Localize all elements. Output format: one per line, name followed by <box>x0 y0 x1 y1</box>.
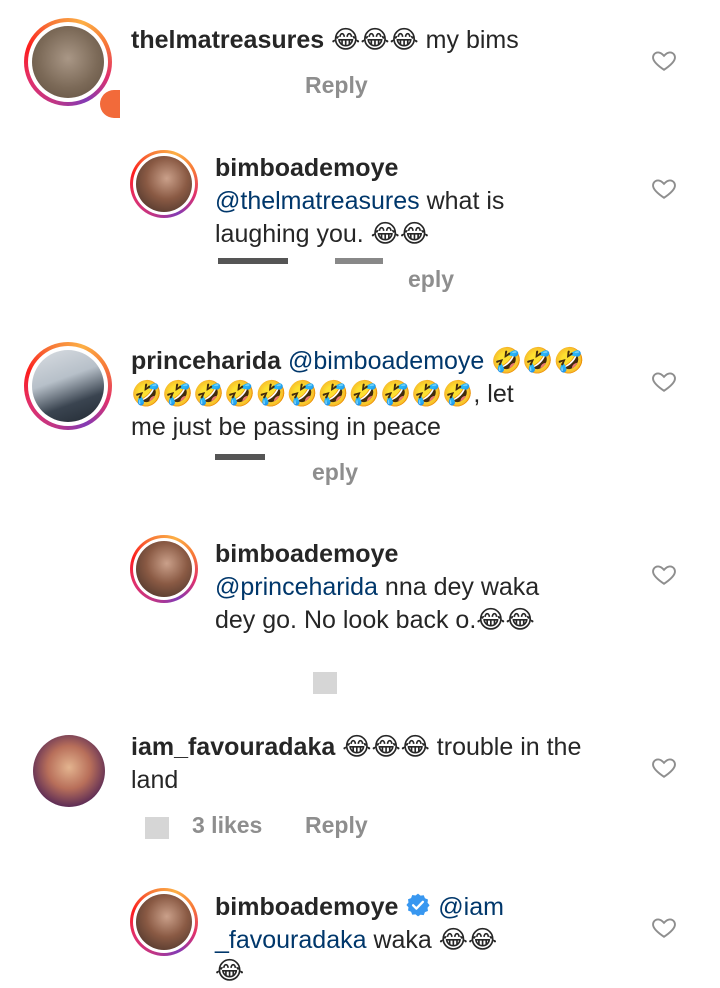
comment-body: land <box>131 766 179 794</box>
heart-outline-icon[interactable] <box>651 754 677 780</box>
decorative-dot <box>100 90 120 118</box>
blur-overlay <box>215 454 265 460</box>
verified-badge-icon <box>406 893 430 917</box>
blur-overlay <box>145 817 169 839</box>
heart-outline-icon[interactable] <box>651 47 677 73</box>
avatar[interactable] <box>130 888 198 956</box>
avatar[interactable] <box>130 150 198 218</box>
comment-username[interactable]: iam_favouradaka <box>131 733 335 761</box>
reply-button[interactable]: eply <box>408 266 454 293</box>
comment-body: 😂 <box>215 957 245 985</box>
comment-body: what is <box>419 187 505 215</box>
reply-button[interactable]: Reply <box>305 812 368 839</box>
reply-button[interactable]: eply <box>312 459 358 486</box>
comment-body: 🤣🤣🤣 <box>484 347 585 375</box>
comment-text: @princeharida nna dey waka <box>215 571 539 604</box>
comment-username[interactable]: bimboademoye <box>215 540 398 568</box>
comment-text: bimboademoye @iam <box>215 891 504 924</box>
comment-username[interactable]: bimboademoye <box>215 154 398 182</box>
comment-body: me just be passing in peace <box>131 413 441 441</box>
comment-text: iam_favouradaka 😂😂😂 trouble in the <box>131 731 581 764</box>
heart-outline-icon[interactable] <box>651 175 677 201</box>
blur-overlay <box>335 258 383 264</box>
comment-text: _favouradaka waka 😂😂 <box>215 924 497 957</box>
comment-text: @thelmatreasures what is <box>215 185 504 218</box>
mention-link[interactable]: _favouradaka <box>215 926 367 954</box>
comment-text: thelmatreasures 😂😂😂 my bims <box>131 24 519 57</box>
comment-body: 🤣🤣🤣🤣🤣🤣🤣🤣🤣🤣🤣, let <box>131 380 514 408</box>
heart-outline-icon[interactable] <box>651 561 677 587</box>
blur-overlay <box>313 672 337 694</box>
comment-text: princeharida @bimboademoye 🤣🤣🤣 <box>131 345 585 378</box>
comment-body: 😂😂😂 my bims <box>324 26 519 54</box>
comment-body: laughing you. 😂😂 <box>215 220 430 248</box>
likes-count[interactable]: 3 likes <box>192 812 262 839</box>
comment-body: 😂😂😂 trouble in the <box>335 733 582 761</box>
mention-link[interactable]: @princeharida <box>215 573 378 601</box>
comment-username[interactable]: thelmatreasures <box>131 26 324 54</box>
avatar[interactable] <box>33 735 105 807</box>
blur-overlay <box>218 258 288 264</box>
comment-text: bimboademoye <box>215 152 398 185</box>
heart-outline-icon[interactable] <box>651 368 677 394</box>
heart-outline-icon[interactable] <box>651 914 677 940</box>
mention-link[interactable]: @thelmatreasures <box>215 187 420 215</box>
avatar[interactable] <box>24 342 112 430</box>
comment-username[interactable]: bimboademoye <box>215 893 398 921</box>
comment-username[interactable]: princeharida <box>131 347 281 375</box>
comment-text: bimboademoye <box>215 538 398 571</box>
mention-link[interactable]: @bimboademoye <box>288 347 484 375</box>
mention-link[interactable]: @iam <box>438 893 504 921</box>
avatar[interactable] <box>24 18 112 106</box>
comment-body: dey go. No look back o.😂😂 <box>215 606 535 634</box>
comment-body: nna dey waka <box>377 573 540 601</box>
avatar[interactable] <box>130 535 198 603</box>
comment-body: waka 😂😂 <box>366 926 498 954</box>
reply-button[interactable]: Reply <box>305 72 368 99</box>
